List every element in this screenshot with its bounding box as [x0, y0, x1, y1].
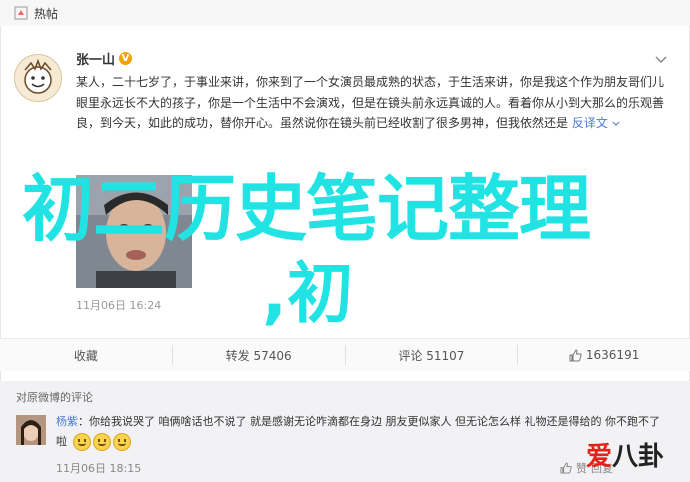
- favorite-label: 收藏: [73, 348, 98, 363]
- like-button[interactable]: 1636191: [518, 345, 690, 365]
- comment-body: ：你给我说哭了 咱俩啥话也不说了 就是感谢无论咋滴都在身边 朋友更似家人 但无论…: [56, 415, 660, 448]
- overlay-title: 初二历史笔记整理: [22, 167, 591, 251]
- topbar: 热帖: [0, 0, 690, 27]
- comment-button[interactable]: 评论 51107: [346, 345, 519, 365]
- thumbs-up-icon[interactable]: [560, 462, 572, 474]
- comment-avatar[interactable]: [16, 415, 46, 445]
- smiley-icon: [72, 433, 91, 451]
- comment-username[interactable]: 杨紫: [56, 415, 78, 428]
- username-text[interactable]: 张一山: [76, 49, 115, 68]
- comments-title: 对原微博的评论: [16, 391, 93, 404]
- favorite-button[interactable]: 收藏: [0, 345, 173, 365]
- repost-button[interactable]: 转发 57406: [173, 345, 346, 365]
- smiley-icon: [112, 433, 131, 451]
- post-username[interactable]: 张一山 V: [76, 49, 133, 68]
- repost-label: 转发 57406: [225, 348, 292, 363]
- avatar[interactable]: [14, 54, 62, 102]
- post-body: 某人，二十七岁了，于事业来讲，你来到了一个女演员最成熟的状态，于生活来讲，你是我…: [76, 72, 666, 134]
- overlay-subtitle: ,初: [262, 255, 354, 332]
- comment-text: 杨紫：你给我说哭了 咱俩啥话也不说了 就是感谢无论咋滴都在身边 朋友更似家人 但…: [56, 412, 666, 452]
- comment-timestamp: 11月06日 18:15: [56, 462, 142, 475]
- chevron-down-icon[interactable]: [654, 50, 668, 64]
- watermark-rest: 八卦: [612, 442, 665, 472]
- topbar-title: 热帖: [34, 6, 59, 21]
- thumbs-up-icon: [569, 348, 582, 361]
- action-bar: 收藏 转发 57406 评论 51107 1636191: [0, 338, 690, 371]
- comment-label: 评论 51107: [398, 348, 465, 363]
- smiley-icon: [92, 433, 111, 451]
- flame-icon: [14, 6, 28, 20]
- post-timestamp[interactable]: 11月06日 16:24: [76, 297, 161, 313]
- verified-badge-icon: V: [119, 52, 133, 65]
- like-count: 1636191: [585, 348, 640, 362]
- translate-link[interactable]: 反译文: [572, 116, 608, 130]
- watermark-logo: 爱八卦: [586, 436, 664, 473]
- watermark-prefix: 爱: [586, 442, 613, 472]
- chevron-small-icon: [612, 121, 620, 126]
